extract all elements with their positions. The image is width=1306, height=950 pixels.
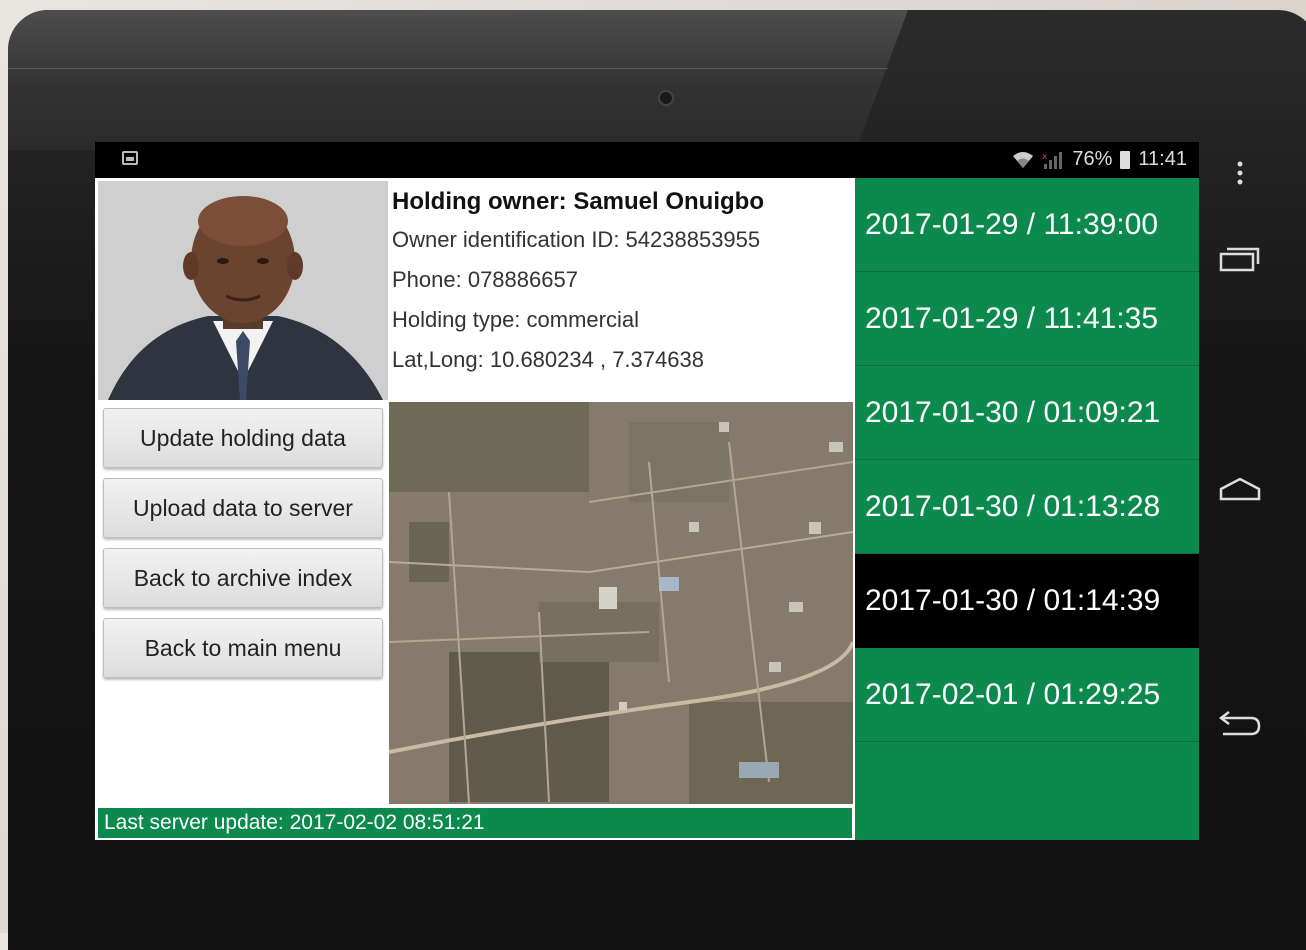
date-item[interactable]: 2017-01-30 / 01:09:21 bbox=[855, 366, 1199, 460]
battery-icon bbox=[1120, 150, 1131, 169]
lat-long: Lat,Long: 10.680234 , 7.374638 bbox=[392, 347, 704, 372]
wifi-icon bbox=[1013, 151, 1034, 168]
owner-id: Owner identification ID: 54238853955 bbox=[392, 227, 761, 252]
last-server-update: Last server update: 2017-02-02 08:51:21 bbox=[98, 808, 852, 838]
recent-apps-icon bbox=[1219, 247, 1260, 272]
signal-icon: x bbox=[1042, 151, 1063, 169]
footer: Last server update: 2017-02-02 08:51:21 bbox=[95, 806, 855, 840]
owner-name-heading: Holding owner: Samuel Onuigbo bbox=[392, 188, 764, 215]
overflow-menu-icon bbox=[1237, 161, 1243, 185]
owner-info: Holding owner: Samuel Onuigbo Owner iden… bbox=[392, 184, 852, 380]
main-menu-button[interactable]: Back to main menu bbox=[103, 618, 383, 678]
archive-date-list: 2017-01-29 / 11:39:00 2017-01-29 / 11:41… bbox=[855, 178, 1199, 840]
system-nav-bar bbox=[1200, 142, 1280, 840]
battery-percent: 76% bbox=[1072, 148, 1113, 170]
holding-detail-panel: Holding owner: Samuel Onuigbo Owner iden… bbox=[95, 178, 855, 840]
overflow-menu-button[interactable] bbox=[1200, 160, 1280, 186]
satellite-map[interactable] bbox=[389, 402, 853, 804]
status-indicators: x 76% 11:41 bbox=[1012, 148, 1187, 171]
back-icon bbox=[1218, 711, 1261, 736]
home-icon bbox=[1219, 477, 1261, 501]
archive-index-button[interactable]: Back to archive index bbox=[103, 548, 383, 608]
clock: 11:41 bbox=[1138, 148, 1187, 170]
svg-text:x: x bbox=[1042, 152, 1048, 162]
date-item[interactable]: 2017-02-01 / 01:29:25 bbox=[855, 648, 1199, 742]
date-item-selected[interactable]: 2017-01-30 / 01:14:39 bbox=[855, 554, 1199, 648]
update-holding-button[interactable]: Update holding data bbox=[103, 408, 383, 468]
recent-apps-button[interactable] bbox=[1200, 244, 1280, 272]
screen: x 76% 11:41 Holding owner: Samuel Onuigb… bbox=[95, 142, 1199, 840]
app-content: Holding owner: Samuel Onuigbo Owner iden… bbox=[95, 178, 1199, 840]
bezel-line bbox=[8, 68, 888, 69]
image-notification-icon bbox=[122, 151, 138, 165]
back-button[interactable] bbox=[1200, 708, 1280, 738]
status-bar: x 76% 11:41 bbox=[95, 142, 1199, 178]
owner-phone: Phone: 078886657 bbox=[392, 267, 578, 292]
holding-type: Holding type: commercial bbox=[392, 307, 639, 332]
home-button[interactable] bbox=[1200, 477, 1280, 501]
date-item[interactable]: 2017-01-30 / 01:13:28 bbox=[855, 460, 1199, 554]
satellite-map-image bbox=[389, 402, 853, 804]
owner-portrait-image bbox=[98, 181, 388, 400]
front-camera bbox=[658, 90, 674, 106]
upload-data-button[interactable]: Upload data to server bbox=[103, 478, 383, 538]
owner-photo bbox=[98, 181, 388, 400]
bezel-highlight bbox=[8, 10, 908, 150]
date-item[interactable]: 2017-01-29 / 11:39:00 bbox=[855, 178, 1199, 272]
date-item[interactable]: 2017-01-29 / 11:41:35 bbox=[855, 272, 1199, 366]
